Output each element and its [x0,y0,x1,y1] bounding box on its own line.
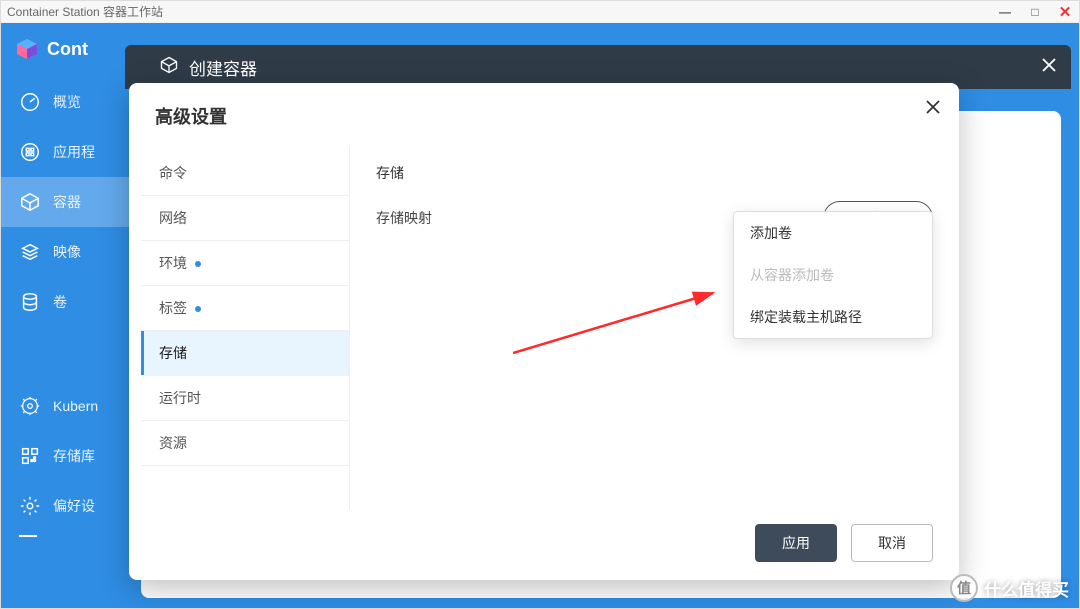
subheader-title: 创建容器 [189,55,257,80]
settings-nav-runtime[interactable]: 运行时 [141,376,349,421]
settings-nav-label: 资源 [159,435,187,451]
cancel-button[interactable]: 取消 [851,524,933,562]
changed-dot-icon [195,261,201,267]
settings-nav-command[interactable]: 命令 [141,151,349,196]
brand-name: Cont [47,39,88,60]
dropdown-item-add-from-container: 从容器添加卷 [734,254,932,296]
dropdown-item-label: 从容器添加卷 [750,267,834,283]
gauge-icon [19,91,41,113]
helm-icon [19,395,41,417]
close-button[interactable]: ✕ [1057,3,1073,21]
settings-content: 存储 存储映射 添加卷 | 添加卷 从容器添加卷 绑定装载主机路径 [349,145,959,510]
settings-nav-network[interactable]: 网络 [141,196,349,241]
apply-button[interactable]: 应用 [755,524,837,562]
window-controls: — □ ✕ [997,3,1073,21]
settings-nav-storage[interactable]: 存储 [141,331,349,376]
cube-outline-icon [159,55,179,80]
modal-title: 高级设置 [129,83,959,137]
subheader-close-icon[interactable] [1041,57,1057,78]
storage-mapping-label: 存储映射 [376,208,432,228]
window-title: Container Station 容器工作站 [7,3,163,20]
sidebar-nav: 概览 应用程 容器 映像 卷 [1,77,133,551]
settings-nav-label: 网络 [159,210,187,226]
add-volume-dropdown: 添加卷 从容器添加卷 绑定装载主机路径 [733,211,933,339]
advanced-settings-modal: 高级设置 命令 网络 环境 标签 存储 运行时 资源 存储 存储映射 [129,83,959,580]
watermark: 值 什么值得买 [950,574,1069,602]
settings-nav-label: 命令 [159,165,187,181]
sidebar-item-label: Kubern [53,398,98,414]
settings-nav-label: 存储 [159,345,187,361]
sidebar-item-more[interactable] [1,531,133,551]
dropdown-item-label: 绑定装载主机路径 [750,309,862,325]
database-icon [19,291,41,313]
cube-icon [19,191,41,213]
sidebar-item-apps[interactable]: 应用程 [1,127,133,177]
settings-nav-label: 环境 [159,255,187,271]
apply-button-label: 应用 [782,535,810,551]
watermark-chip: 值 [950,574,978,602]
sidebar-item-label: 映像 [53,242,81,262]
sidebar-item-preferences[interactable]: 偏好设 [1,481,133,531]
settings-nav-environment[interactable]: 环境 [141,241,349,286]
maximize-button[interactable]: □ [1027,5,1043,19]
grid-icon [19,141,41,163]
sidebar-item-label: 概览 [53,92,81,112]
minimize-button[interactable]: — [997,5,1013,19]
sidebar: Cont 概览 应用程 容器 映像 [1,23,133,608]
gear-icon [19,495,41,517]
sidebar-item-label: 存储库 [53,446,95,466]
sidebar-item-kubernetes[interactable]: Kubern [1,381,133,431]
settings-nav: 命令 网络 环境 标签 存储 运行时 资源 [129,145,349,510]
more-line-icon [19,535,37,537]
brand-logo-icon [15,37,39,61]
cancel-button-label: 取消 [878,535,906,551]
settings-nav-label: 标签 [159,300,187,316]
modal-footer: 应用 取消 [129,510,959,580]
sidebar-item-overview[interactable]: 概览 [1,77,133,127]
settings-nav-resources[interactable]: 资源 [141,421,349,466]
sidebar-item-label: 容器 [53,192,81,212]
sidebar-item-images[interactable]: 映像 [1,227,133,277]
brand: Cont [1,29,133,77]
sidebar-spacer [1,327,133,381]
sidebar-item-label: 偏好设 [53,496,95,516]
app-window: Container Station 容器工作站 — □ ✕ Cont 概览 [0,0,1080,609]
watermark-text: 什么值得买 [984,576,1069,601]
dropdown-item-add-volume[interactable]: 添加卷 [734,212,932,254]
sidebar-item-label: 应用程 [53,142,95,162]
settings-nav-label: 运行时 [159,390,201,406]
sidebar-item-label: 卷 [53,292,67,312]
sidebar-item-containers[interactable]: 容器 [1,177,133,227]
sidebar-item-repos[interactable]: 存储库 [1,431,133,481]
changed-dot-icon [195,306,201,312]
modal-body: 命令 网络 环境 标签 存储 运行时 资源 存储 存储映射 添加卷 | [129,137,959,510]
modal-close-icon[interactable] [925,99,941,120]
storage-section-heading: 存储 [376,163,933,183]
settings-nav-labels[interactable]: 标签 [141,286,349,331]
dropdown-item-label: 添加卷 [750,225,792,241]
sidebar-item-volumes[interactable]: 卷 [1,277,133,327]
dropdown-item-bind-host-path[interactable]: 绑定装载主机路径 [734,296,932,338]
layers-icon [19,241,41,263]
app-body: Cont 概览 应用程 容器 映像 [1,23,1079,608]
titlebar: Container Station 容器工作站 — □ ✕ [1,1,1079,23]
repos-icon [19,445,41,467]
